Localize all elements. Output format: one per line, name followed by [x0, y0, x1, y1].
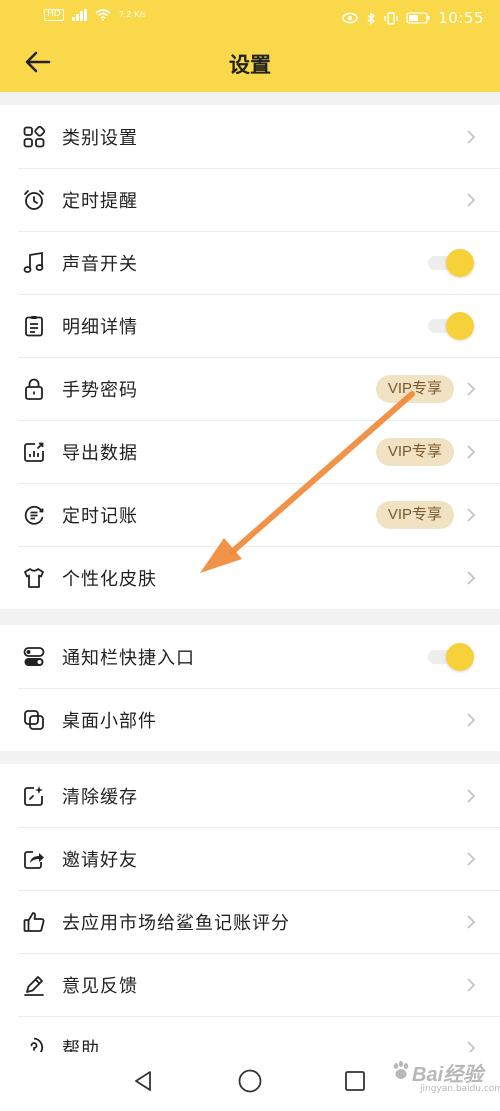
settings-group-general: 类别设置 定时提醒 声音开关 明细详情 手势密码 VIP专享 导出数据 VIP专…	[0, 105, 500, 609]
wifi-icon	[95, 9, 111, 21]
row-label: 清除缓存	[62, 786, 138, 808]
music-note-icon	[22, 251, 46, 275]
row-label: 声音开关	[62, 253, 138, 275]
settings-row-rate-app[interactable]: 去应用市场给鲨鱼记账评分	[0, 890, 500, 953]
row-label: 意见反馈	[62, 975, 138, 997]
vibrate-icon	[384, 11, 398, 25]
tshirt-icon	[22, 566, 46, 590]
row-label: 定时记账	[62, 505, 138, 527]
chevron-right-icon	[467, 914, 476, 929]
nav-home-button[interactable]	[235, 1066, 265, 1096]
row-label: 类别设置	[62, 127, 138, 149]
row-label: 桌面小部件	[62, 710, 157, 732]
app-header: HD 7.2 K/s 10:55 设置	[0, 0, 500, 92]
hd-indicator: HD	[44, 9, 64, 21]
row-label: 定时提醒	[62, 190, 138, 212]
category-grid-icon	[22, 125, 46, 149]
settings-row-reminder[interactable]: 定时提醒	[0, 168, 500, 231]
settings-row-invite[interactable]: 邀请好友	[0, 827, 500, 890]
settings-group-misc: 清除缓存 邀请好友 去应用市场给鲨鱼记账评分 意见反馈 帮助	[0, 764, 500, 1079]
sound-toggle[interactable]	[426, 247, 474, 279]
nav-home-circle-icon	[238, 1069, 262, 1093]
clock: 10:55	[438, 9, 484, 27]
chevron-right-icon	[467, 712, 476, 727]
chevron-right-icon	[467, 192, 476, 207]
settings-row-clear-cache[interactable]: 清除缓存	[0, 764, 500, 827]
settings-row-timed-bookkeeping[interactable]: 定时记账 VIP专享	[0, 483, 500, 546]
chevron-right-icon	[467, 444, 476, 459]
settings-group-shortcuts: 通知栏快捷入口 桌面小部件	[0, 625, 500, 751]
clipboard-list-icon	[22, 314, 46, 338]
alarm-clock-icon	[22, 188, 46, 212]
clear-cache-icon	[22, 784, 46, 808]
chevron-right-icon	[467, 851, 476, 866]
chevron-right-icon	[467, 977, 476, 992]
page-title: 设置	[229, 53, 271, 77]
nav-recents-square-icon	[345, 1071, 365, 1091]
settings-row-skin[interactable]: 个性化皮肤	[0, 546, 500, 609]
thumbs-up-icon	[22, 910, 46, 934]
widget-icon	[22, 708, 46, 732]
pencil-icon	[22, 973, 46, 997]
status-bar: HD 7.2 K/s 10:55	[0, 0, 500, 34]
settings-row-gesture-password[interactable]: 手势密码 VIP专享	[0, 357, 500, 420]
bluetooth-icon	[367, 11, 376, 25]
row-label: 个性化皮肤	[62, 568, 157, 590]
chevron-right-icon	[467, 129, 476, 144]
row-label: 去应用市场给鲨鱼记账评分	[62, 912, 290, 934]
settings-row-widget[interactable]: 桌面小部件	[0, 688, 500, 751]
vip-badge: VIP专享	[375, 500, 454, 529]
notification-shortcut-toggle[interactable]	[426, 641, 474, 673]
battery-icon	[406, 12, 430, 24]
row-label: 明细详情	[62, 316, 138, 338]
row-label: 通知栏快捷入口	[62, 647, 195, 669]
signal-icon	[71, 9, 87, 21]
network-speed: 7.2 K/s	[118, 10, 147, 19]
settings-row-details: 明细详情	[0, 294, 500, 357]
timed-bookkeeping-icon	[22, 503, 46, 527]
vip-badge: VIP专享	[375, 374, 454, 403]
chevron-right-icon	[467, 381, 476, 396]
eye-icon	[342, 12, 359, 24]
share-icon	[22, 847, 46, 871]
nav-back-button[interactable]	[128, 1066, 158, 1096]
settings-row-export[interactable]: 导出数据 VIP专享	[0, 420, 500, 483]
lock-icon	[22, 377, 46, 401]
settings-row-category[interactable]: 类别设置	[0, 105, 500, 168]
settings-row-notification-shortcut: 通知栏快捷入口	[0, 625, 500, 688]
vip-badge: VIP专享	[375, 437, 454, 466]
notification-switch-icon	[22, 645, 46, 669]
nav-back-triangle-icon	[135, 1071, 151, 1091]
row-label: 邀请好友	[62, 849, 138, 871]
chevron-right-icon	[467, 788, 476, 803]
nav-recents-button[interactable]	[340, 1066, 370, 1096]
settings-row-feedback[interactable]: 意见反馈	[0, 953, 500, 1016]
system-nav-bar	[0, 1052, 500, 1111]
row-label: 导出数据	[62, 442, 138, 464]
details-toggle[interactable]	[426, 310, 474, 342]
chevron-right-icon	[467, 570, 476, 585]
chevron-right-icon	[467, 507, 476, 522]
row-label: 手势密码	[62, 379, 138, 401]
export-data-icon	[22, 440, 46, 464]
settings-row-sound: 声音开关	[0, 231, 500, 294]
